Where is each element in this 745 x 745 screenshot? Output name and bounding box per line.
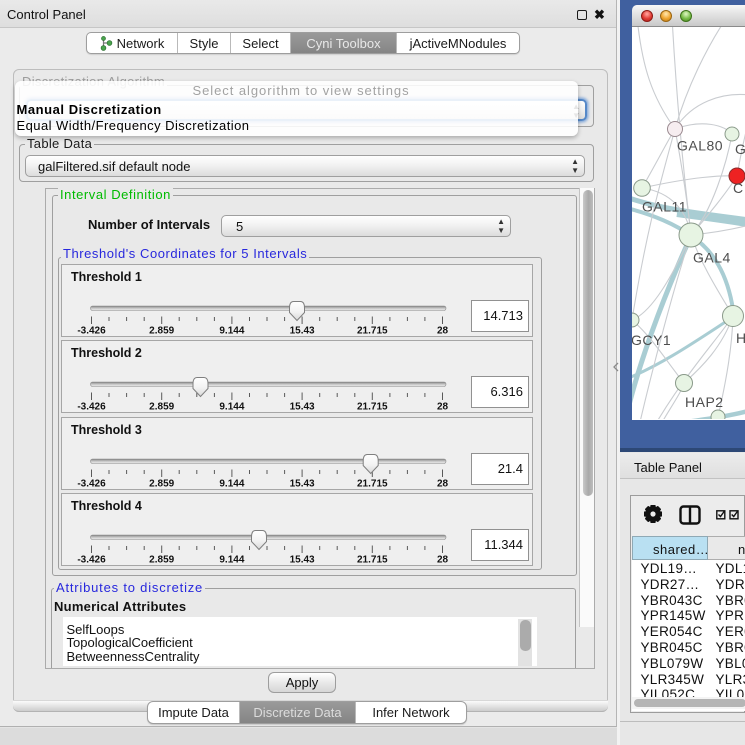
svg-text:21.715: 21.715 [357,478,388,489]
svg-text:9.144: 9.144 [219,478,244,489]
svg-text:-3.426: -3.426 [77,478,106,489]
svg-text:15.43: 15.43 [290,326,315,337]
svg-text:-3.426: -3.426 [77,402,106,413]
svg-text:HAP2: HAP2 [685,394,724,410]
svg-text:GAL4: GAL4 [693,250,731,266]
svg-text:H: H [736,330,745,346]
svg-text:2.859: 2.859 [149,326,174,337]
svg-text:28: 28 [437,402,449,413]
svg-text:G: G [735,141,745,157]
svg-text:21.715: 21.715 [357,326,388,337]
svg-text:15.43: 15.43 [290,554,315,565]
svg-text:28: 28 [437,326,449,337]
svg-text:-3.426: -3.426 [77,326,106,337]
svg-text:15.43: 15.43 [290,478,315,489]
svg-text:GAL11: GAL11 [642,199,687,215]
svg-text:21.715: 21.715 [357,402,388,413]
svg-text:2.859: 2.859 [149,554,174,565]
svg-text:28: 28 [437,554,449,565]
svg-text:28: 28 [437,478,449,489]
svg-text:GCY1: GCY1 [632,332,671,348]
svg-text:9.144: 9.144 [219,402,244,413]
svg-text:21.715: 21.715 [357,554,388,565]
svg-text:2.859: 2.859 [149,402,174,413]
svg-text:15.43: 15.43 [290,402,315,413]
svg-text:-3.426: -3.426 [77,554,106,565]
svg-text:GAL80: GAL80 [677,138,723,154]
svg-text:C: C [733,180,744,196]
svg-text:2.859: 2.859 [149,478,174,489]
svg-text:9.144: 9.144 [219,326,244,337]
svg-text:9.144: 9.144 [219,554,244,565]
